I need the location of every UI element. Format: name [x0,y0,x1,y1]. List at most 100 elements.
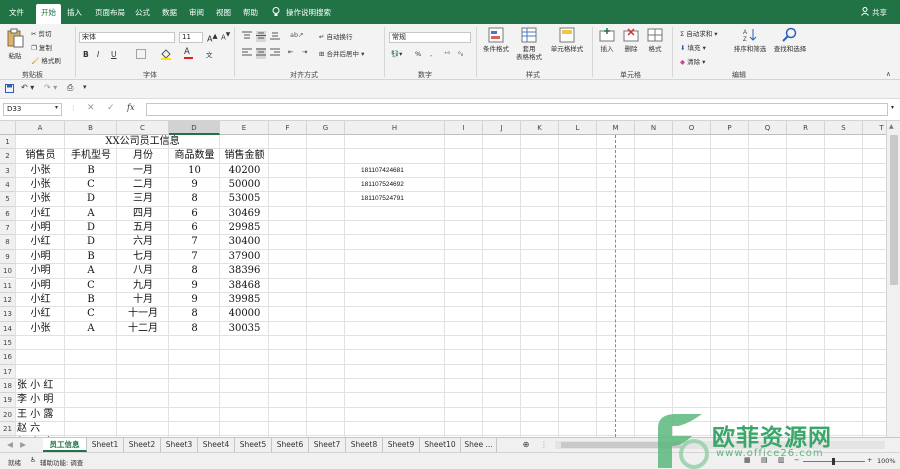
table-cell[interactable]: 九月 [117,279,169,293]
tab-file[interactable]: 文件 [9,7,24,18]
scroll-tabs-left-icon[interactable]: ◀ [5,438,15,452]
merge-center-button[interactable]: ⊞ 合并后居中 ▾ [319,48,364,58]
column-header[interactable]: G [307,121,345,135]
column-header[interactable]: O [673,121,711,135]
table-cell[interactable]: 40200 [220,164,269,178]
table-cell[interactable]: 9 [169,279,220,293]
table-cell[interactable]: 五月 [117,221,169,235]
fill-color-icon[interactable] [160,48,172,62]
table-cell[interactable]: B [65,293,117,307]
table-cell[interactable]: 小明 [16,264,65,278]
add-sheet-icon[interactable]: ⊕ [520,438,532,452]
table-cell[interactable]: 50000 [220,178,269,192]
tab-review[interactable]: 审阅 [189,7,204,18]
autosum-button[interactable]: Σ 自动求和 ▾ [680,28,718,38]
wrap-text-button[interactable]: ↵ 自动换行 [319,31,353,41]
sheet-tab[interactable]: Sheet6 [272,438,309,452]
scroll-up-icon[interactable]: ▲ [889,123,894,130]
row-header[interactable]: 19 [0,393,16,408]
enter-icon[interactable]: ✓ [107,103,115,113]
align-bottom-icon[interactable] [270,31,280,42]
sheet-tab-active[interactable]: 员工信息 [43,438,87,452]
table-cell[interactable]: C [65,307,117,321]
collapse-ribbon-icon[interactable]: ∧ [886,70,891,78]
tab-page-layout[interactable]: 页面布局 [95,7,125,18]
table-cell[interactable]: 小张 [16,178,65,192]
table-cell[interactable]: 十月 [117,293,169,307]
header-cell[interactable]: 销售金额 [220,149,269,163]
italic-button[interactable]: I [97,50,99,59]
row-header[interactable]: 12 [0,292,16,308]
format-cells-button[interactable]: 格式 [644,27,666,53]
row-header[interactable]: 2 [0,149,16,164]
row-header[interactable]: 16 [0,350,16,365]
comma-icon[interactable]: , [430,50,432,58]
align-top-icon[interactable] [242,31,252,42]
title-cell[interactable]: XX公司员工信息 [16,135,269,149]
table-cell[interactable]: 7 [169,235,220,249]
sheet-tab[interactable]: Sheet7 [309,438,346,452]
cancel-icon[interactable]: ✕ [87,103,95,113]
table-cell[interactable]: 40000 [220,307,269,321]
worksheet-grid[interactable]: ABCDEFGHIJKLMNOPQRST 1 2 3 4 5 6 7 8 9 10 11 12 13 14… [0,121,900,437]
row-header[interactable]: 6 [0,206,16,222]
decrease-decimal-icon[interactable]: ⁰₀ [458,50,463,58]
currency-icon[interactable]: 💱▾ [391,50,402,58]
name-box[interactable]: D33 [3,103,62,116]
table-cell[interactable]: A [65,207,117,221]
row-header[interactable]: 5 [0,192,16,207]
column-header[interactable]: Q [749,121,787,135]
sheet-tab[interactable]: Shee ... [461,438,497,452]
sheet-tab[interactable]: Sheet5 [235,438,272,452]
number-format-select[interactable]: 常规 [389,32,471,43]
font-name-select[interactable]: 宋体 [79,32,175,43]
column-header[interactable]: A [16,121,65,135]
lightbulb-icon[interactable] [272,7,280,19]
table-cell[interactable]: 七月 [117,250,169,264]
row-header[interactable]: 15 [0,335,16,351]
row-header[interactable]: 8 [0,235,16,250]
phone-cell[interactable]: 181107524791 [345,192,445,206]
column-header[interactable]: D [169,121,220,135]
table-cell[interactable]: 30035 [220,322,269,336]
phone-cell[interactable]: 181107424681 [345,164,445,178]
table-cell[interactable]: 8 [169,192,220,206]
borders-icon[interactable] [136,49,146,61]
table-cell[interactable]: 37900 [220,250,269,264]
sort-filter-button[interactable]: AZ 排序和筛选 [730,27,770,53]
column-header[interactable]: B [65,121,117,135]
insert-cells-button[interactable]: 插入 [596,27,618,53]
name-cell[interactable]: 张 小 红 [16,379,65,393]
phonetic-icon[interactable]: 文 [206,49,213,59]
sheet-tab[interactable]: Sheet4 [198,438,235,452]
table-cell[interactable]: 六月 [117,235,169,249]
tab-data[interactable]: 数据 [162,7,177,18]
name-box-dropdown-icon[interactable]: ▾ [55,104,58,111]
table-cell[interactable]: A [65,264,117,278]
align-center-icon[interactable] [256,48,266,59]
table-cell[interactable]: 小明 [16,221,65,235]
orientation-icon[interactable]: ab↗ [290,31,304,39]
column-header[interactable]: C [117,121,169,135]
table-cell[interactable]: 小红 [16,235,65,249]
header-cell[interactable]: 销售员 [16,149,65,163]
tab-insert[interactable]: 插入 [67,7,82,18]
tab-help[interactable]: 帮助 [243,7,258,18]
row-header[interactable]: 17 [0,364,16,379]
table-cell[interactable]: 一月 [117,164,169,178]
row-header[interactable]: 14 [0,321,16,336]
table-cell[interactable]: 十一月 [117,307,169,321]
table-cell[interactable]: C [65,178,117,192]
table-cell[interactable]: 53005 [220,192,269,206]
sheet-tab[interactable]: Sheet8 [346,438,383,452]
table-cell[interactable]: A [65,322,117,336]
expand-formula-icon[interactable]: ▾ [891,104,894,111]
table-cell[interactable]: 29985 [220,221,269,235]
percent-icon[interactable]: % [415,50,421,58]
format-as-table-button[interactable]: 套用 表格格式 [514,27,544,61]
share-button[interactable]: 共享 [872,7,887,18]
table-cell[interactable]: 小明 [16,279,65,293]
table-cell[interactable]: 6 [169,221,220,235]
header-cell[interactable]: 商品数量 [169,149,220,163]
increase-indent-icon[interactable]: ⇥ [302,48,307,56]
